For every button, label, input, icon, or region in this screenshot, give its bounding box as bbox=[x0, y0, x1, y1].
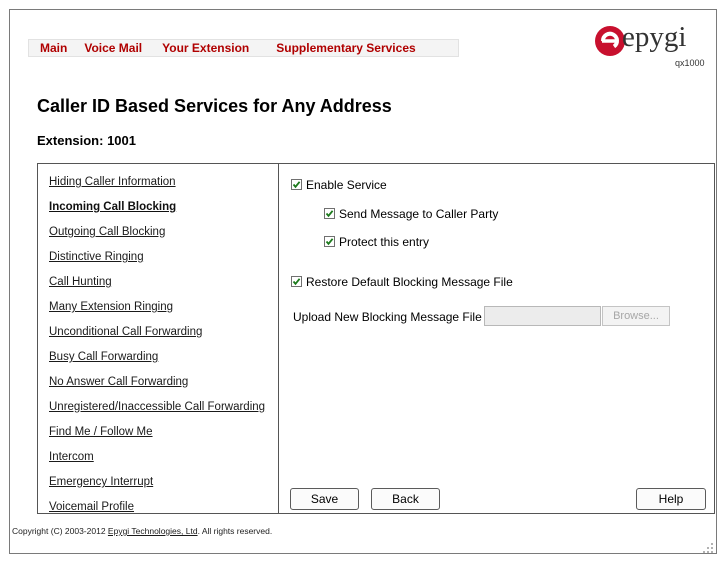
top-nav: Main Voice Mail Your Extension Supplemen… bbox=[28, 39, 459, 57]
send-message-label: Send Message to Caller Party bbox=[339, 207, 499, 221]
checkmark-icon bbox=[325, 238, 334, 246]
page-title: Caller ID Based Services for Any Address bbox=[37, 96, 392, 116]
logo-model: qx1000 bbox=[675, 58, 705, 68]
panel-divider bbox=[278, 164, 279, 513]
epygi-logo: epygi qx1000 bbox=[593, 21, 705, 72]
copyright-suffix: . All rights reserved. bbox=[197, 526, 273, 536]
main-panel: Hiding Caller Information Incoming Call … bbox=[37, 163, 715, 514]
tab-your-extension[interactable]: Your Extension bbox=[162, 41, 249, 55]
epygi-link[interactable]: Epygi Technologies, Ltd bbox=[108, 526, 198, 536]
sidebar-item-unregistered-call-forwarding[interactable]: Unregistered/Inaccessible Call Forwardin… bbox=[49, 401, 265, 413]
tab-supplementary-services[interactable]: Supplementary Services bbox=[276, 41, 415, 55]
protect-entry-checkbox[interactable] bbox=[324, 236, 335, 247]
back-button[interactable]: Back bbox=[371, 488, 440, 510]
tab-main[interactable]: Main bbox=[40, 41, 67, 55]
protect-entry-label: Protect this entry bbox=[339, 235, 430, 249]
restore-default-label: Restore Default Blocking Message File bbox=[306, 275, 513, 289]
restore-default-checkbox[interactable] bbox=[291, 276, 302, 287]
sidebar-item-incoming-call-blocking[interactable]: Incoming Call Blocking bbox=[49, 201, 176, 213]
resize-grip-icon[interactable] bbox=[702, 542, 714, 554]
sidebar-item-no-answer-call-forwarding[interactable]: No Answer Call Forwarding bbox=[49, 376, 188, 388]
checkmark-icon bbox=[325, 210, 334, 218]
sidebar-item-emergency-interrupt[interactable]: Emergency Interrupt bbox=[49, 476, 153, 488]
sidebar-item-unconditional-call-forwarding[interactable]: Unconditional Call Forwarding bbox=[49, 326, 202, 338]
sidebar-item-distinctive-ringing[interactable]: Distinctive Ringing bbox=[49, 251, 144, 263]
checkmark-icon bbox=[292, 278, 301, 286]
logo-wordmark: epygi bbox=[622, 21, 687, 53]
sidebar-item-voicemail-profile[interactable]: Voicemail Profile bbox=[49, 501, 134, 513]
sidebar-item-outgoing-call-blocking[interactable]: Outgoing Call Blocking bbox=[49, 226, 165, 238]
copyright-prefix: Copyright (C) 2003-2012 bbox=[12, 526, 108, 536]
upload-file-label: Upload New Blocking Message File bbox=[293, 310, 482, 324]
sidebar-item-intercom[interactable]: Intercom bbox=[49, 451, 94, 463]
sidebar-item-many-extension-ringing[interactable]: Many Extension Ringing bbox=[49, 301, 173, 313]
extension-label: Extension: 1001 bbox=[37, 133, 136, 148]
enable-service-label: Enable Service bbox=[306, 178, 387, 192]
save-button[interactable]: Save bbox=[290, 488, 359, 510]
sidebar-item-call-hunting[interactable]: Call Hunting bbox=[49, 276, 112, 288]
sidebar-item-find-me-follow-me[interactable]: Find Me / Follow Me bbox=[49, 426, 153, 438]
send-message-checkbox[interactable] bbox=[324, 208, 335, 219]
browse-button[interactable]: Browse... bbox=[602, 306, 670, 326]
sidebar-item-hiding-caller-information[interactable]: Hiding Caller Information bbox=[49, 176, 176, 188]
enable-service-checkbox[interactable] bbox=[291, 179, 302, 190]
help-button[interactable]: Help bbox=[636, 488, 706, 510]
checkmark-icon bbox=[292, 181, 301, 189]
sidebar-item-busy-call-forwarding[interactable]: Busy Call Forwarding bbox=[49, 351, 158, 363]
upload-file-input[interactable] bbox=[484, 306, 601, 326]
copyright-footer: Copyright (C) 2003-2012 Epygi Technologi… bbox=[12, 526, 272, 536]
tab-voice-mail[interactable]: Voice Mail bbox=[84, 41, 142, 55]
